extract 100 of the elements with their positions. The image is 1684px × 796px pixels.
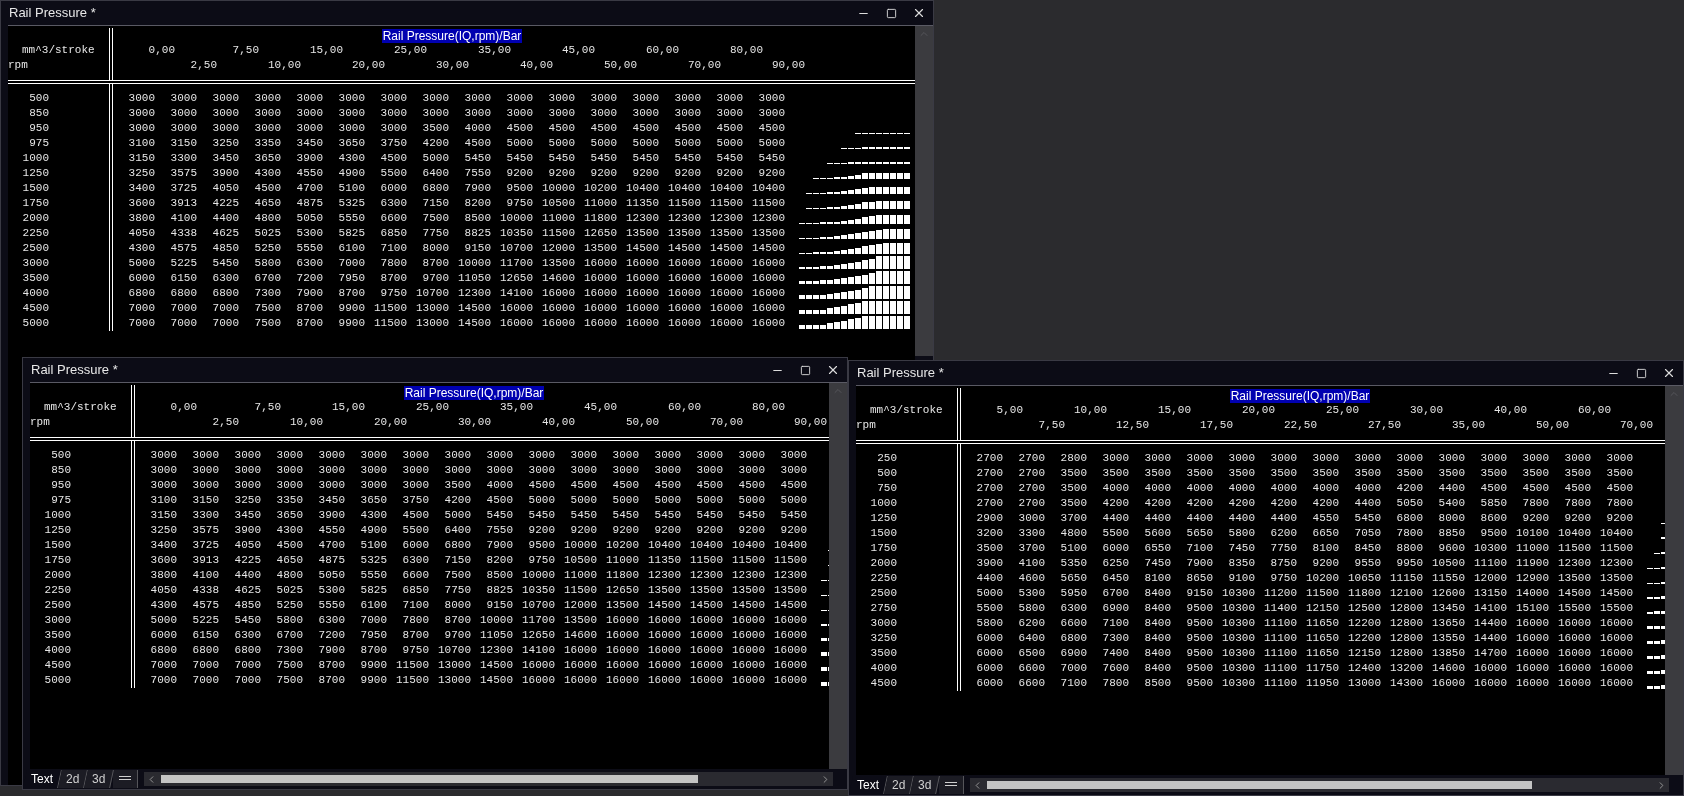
row-header: 1250 (44, 524, 71, 536)
vertical-scrollbar[interactable] (915, 26, 933, 356)
column-header: 0,00 (170, 401, 197, 413)
table-cell: 11000 (606, 554, 639, 566)
view-tab[interactable]: 2d (884, 776, 915, 794)
table-cell: 5650 (1060, 572, 1087, 584)
table-cell: 3500 (1522, 467, 1549, 479)
table-cell: 9200 (716, 167, 743, 179)
vertical-scrollbar[interactable] (1665, 386, 1683, 775)
table-cell: 16000 (1516, 632, 1549, 644)
table-cell: 6850 (380, 227, 407, 239)
table-cell: 6700 (276, 629, 303, 641)
table-cell: 16000 (648, 614, 681, 626)
table-cell: 16000 (1432, 677, 1465, 689)
column-header: 5,00 (996, 404, 1023, 416)
table-cell: 4600 (1018, 572, 1045, 584)
table-cell: 3750 (402, 494, 429, 506)
table-cell: 3000 (1312, 452, 1339, 464)
table-cell: 10200 (606, 539, 639, 551)
close-icon[interactable] (1662, 366, 1676, 380)
table-cell: 3000 (212, 92, 239, 104)
table-cell: 12200 (1348, 632, 1381, 644)
table-cell: 14500 (648, 599, 681, 611)
table-cell: 10400 (774, 539, 807, 551)
table-cell: 5300 (1018, 587, 1045, 599)
table-cell: 4100 (192, 569, 219, 581)
table-cell: 3500 (1060, 482, 1087, 494)
maximize-icon[interactable] (885, 7, 897, 19)
table-cell: 7800 (1102, 677, 1129, 689)
table-cell: 16000 (1558, 647, 1591, 659)
table-cell: 11550 (1432, 572, 1465, 584)
table-cell: 8000 (444, 599, 471, 611)
table-cell: 5500 (976, 602, 1003, 614)
row-header: 950 (29, 122, 49, 134)
table-cell: 16000 (564, 674, 597, 686)
table-cell: 4500 (738, 479, 765, 491)
maximize-icon[interactable] (1635, 367, 1647, 379)
table-cell: 3450 (296, 137, 323, 149)
table-cell: 3000 (192, 479, 219, 491)
table-cell: 9750 (528, 554, 555, 566)
row-header: 1500 (870, 527, 897, 539)
table-cell: 4338 (192, 584, 219, 596)
table-cell: 3350 (276, 494, 303, 506)
vertical-scrollbar[interactable] (829, 383, 847, 769)
table-cell: 5325 (338, 197, 365, 209)
table-cell: 3000 (758, 92, 785, 104)
table-cell: 5000 (758, 137, 785, 149)
table-cell: 7900 (318, 644, 345, 656)
table-cell: 7000 (128, 302, 155, 314)
table-cell: 9200 (674, 167, 701, 179)
table-cell: 7500 (422, 212, 449, 224)
table-cell: 9200 (1522, 512, 1549, 524)
table-cell: 16000 (710, 317, 743, 329)
table-cell: 5050 (1396, 497, 1423, 509)
table-cell: 9200 (696, 524, 723, 536)
table-cell: 6850 (402, 584, 429, 596)
table-cell: 12650 (500, 272, 533, 284)
table-cell: 8700 (318, 674, 345, 686)
view-tab[interactable]: 3d (84, 770, 115, 788)
horizontal-scrollbar[interactable] (969, 778, 1669, 792)
menu-button[interactable] (112, 770, 138, 788)
view-tab[interactable]: 2d (58, 770, 89, 788)
table-cell: 4550 (296, 167, 323, 179)
table-cell: 9200 (632, 167, 659, 179)
horizontal-scrollbar[interactable] (143, 772, 833, 786)
table-cell: 9500 (1186, 647, 1213, 659)
table-cell: 4400 (234, 569, 261, 581)
table-cell: 5500 (402, 524, 429, 536)
close-icon[interactable] (912, 6, 926, 20)
table-cell: 14500 (458, 302, 491, 314)
table-cell: 11150 (1390, 572, 1423, 584)
table-cell: 3500 (1060, 497, 1087, 509)
table-cell: 3000 (170, 122, 197, 134)
table-cell: 10300 (1222, 617, 1255, 629)
table-cell: 3000 (402, 464, 429, 476)
table-cell: 3900 (212, 167, 239, 179)
menu-button[interactable] (938, 776, 964, 794)
table-cell: 4000 (1228, 482, 1255, 494)
table-cell: 4300 (276, 524, 303, 536)
table-cell: 10500 (1432, 557, 1465, 569)
table-cell: 4875 (318, 554, 345, 566)
table-cell: 16000 (522, 674, 555, 686)
column-header: 30,00 (458, 416, 491, 428)
table-cell: 3100 (150, 494, 177, 506)
maximize-icon[interactable] (799, 364, 811, 376)
table-cell: 6800 (1060, 632, 1087, 644)
close-icon[interactable] (826, 363, 840, 377)
table-cell: 14500 (1600, 587, 1633, 599)
table-cell: 5000 (632, 137, 659, 149)
table-cell: 14600 (542, 272, 575, 284)
table-cell: 5450 (548, 152, 575, 164)
table-cell: 7900 (464, 182, 491, 194)
view-tab[interactable]: 3d (910, 776, 941, 794)
table-cell: 5450 (590, 152, 617, 164)
table-cell: 3725 (170, 182, 197, 194)
table-cell: 3000 (276, 479, 303, 491)
column-header: 0,00 (148, 44, 175, 56)
table-cell: 6600 (1018, 662, 1045, 674)
table-cell: 3800 (128, 212, 155, 224)
table-cell: 8700 (360, 644, 387, 656)
